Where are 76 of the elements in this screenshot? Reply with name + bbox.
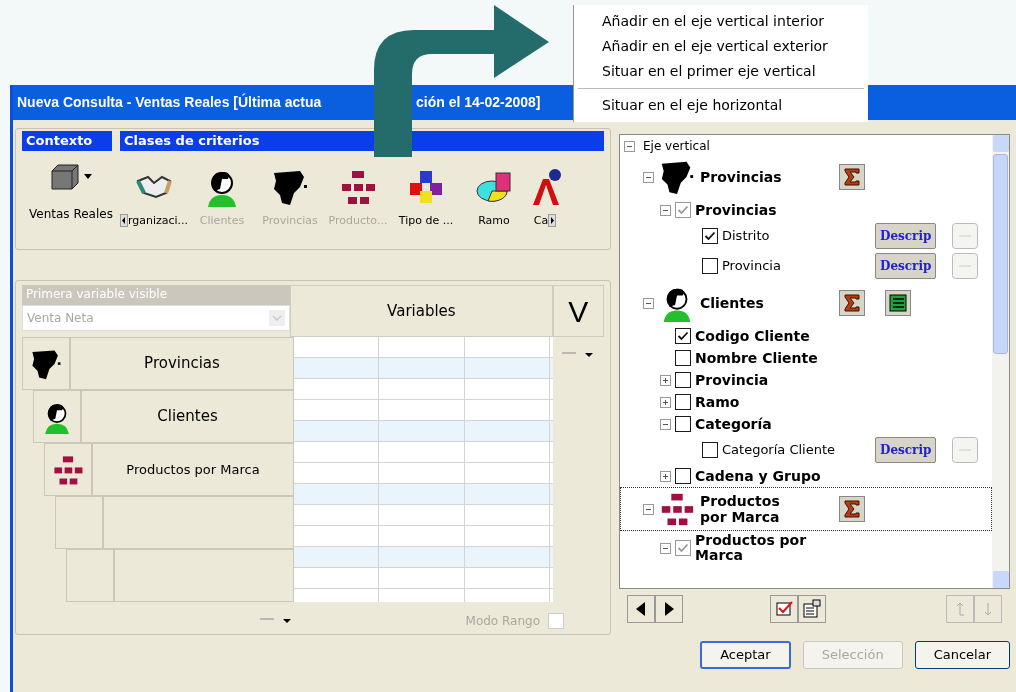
checkbox[interactable] (675, 328, 691, 344)
window-title: ción el 14-02-2008] (416, 93, 541, 112)
section-header: Contexto (22, 131, 112, 151)
context-label: Ventas Reales (29, 206, 113, 223)
dropdown-icon (269, 310, 285, 326)
pivot-row-header[interactable]: Clientes (81, 390, 294, 443)
tree-level-label[interactable]: Nombre Cliente (695, 350, 835, 366)
criteria-label: Producto... (328, 212, 388, 229)
tree-expander-icon[interactable] (660, 374, 671, 386)
cube-icon (50, 163, 80, 191)
variables-header: Variables (290, 285, 553, 337)
checkbox[interactable] (702, 442, 718, 458)
dash-caret-icon[interactable] (562, 351, 595, 359)
sum-icon[interactable] (839, 496, 865, 522)
caret-icon[interactable] (84, 174, 92, 180)
tree-level-label[interactable]: Ramo (695, 394, 835, 410)
criteria-label: Ca (533, 212, 549, 229)
dash-caret-icon[interactable] (260, 617, 292, 625)
first-visible-label: Primera variable visible (22, 285, 290, 305)
tree-level-label[interactable]: Codigo Cliente (695, 328, 835, 344)
tree-group-label[interactable]: Provincias (700, 169, 810, 185)
sort-toggle[interactable]: V (552, 285, 604, 337)
criteria-label: Ramo (478, 212, 510, 229)
tree-level-label[interactable]: Categoría (695, 416, 835, 432)
range-mode-label: Modo Rango (465, 613, 540, 630)
empty-pivot-cell (66, 549, 114, 602)
checkbox[interactable] (675, 350, 691, 366)
range-mode-checkbox[interactable] (548, 613, 564, 629)
sum-icon[interactable] (839, 290, 865, 316)
scroll-left-icon[interactable] (119, 214, 128, 228)
window-title: Nueva Consulta - Ventas Reales [Última actua (17, 94, 322, 110)
list-icon[interactable] (885, 290, 911, 316)
tree-group-label[interactable]: Clientes (700, 295, 810, 311)
tree-expander-icon[interactable] (660, 396, 671, 408)
dialog-button[interactable]: Cancelar (914, 641, 1010, 669)
tree-expander-icon[interactable] (643, 171, 654, 183)
criteria-label: Tipo de ... (398, 212, 454, 229)
context-item[interactable]: Ventas Reales (22, 157, 120, 233)
checkbox[interactable] (675, 416, 691, 432)
description-button[interactable]: Descrip (875, 437, 937, 463)
menu-item[interactable]: Añadir en el eje vertical interior (574, 9, 868, 34)
criteria-item[interactable]: Ramo (460, 166, 528, 233)
pivot-row-header[interactable]: Productos por Marca (92, 443, 294, 496)
tree-level-label[interactable]: Provincia (695, 372, 835, 388)
tree-expander-icon[interactable] (660, 470, 671, 482)
pivot-row-header[interactable]: Provincias (70, 337, 294, 390)
tree-root-label[interactable]: Eje vertical (643, 137, 710, 155)
next-icon[interactable] (655, 595, 683, 623)
scrollbar[interactable] (992, 135, 1009, 588)
tree-expander-icon[interactable] (643, 503, 654, 515)
menu-item[interactable]: Situar en el eje horizontal (574, 93, 868, 118)
criteria-item[interactable]: Ca (528, 166, 562, 233)
criteria-item[interactable]: rganizaci... (120, 166, 188, 233)
tree-expander-icon[interactable] (643, 297, 654, 309)
tree-expander-icon[interactable] (624, 140, 635, 152)
menu-item[interactable]: Situar en el primer eje vertical (574, 59, 868, 84)
scroll-right-icon[interactable] (548, 214, 557, 228)
checkbox[interactable] (675, 372, 691, 388)
criteria-label: rganizaci... (127, 212, 189, 229)
check-all-icon[interactable] (770, 595, 798, 623)
tree-field-label[interactable]: Categoría Cliente (722, 440, 836, 460)
criteria-item[interactable]: Tipo de ... (392, 166, 460, 233)
properties-icon[interactable] (798, 595, 826, 623)
tree-level-label[interactable]: Cadena y Grupo (695, 468, 835, 484)
criteria-label: Provincias (262, 212, 318, 229)
tree-group-label[interactable]: Productos por Marca (700, 493, 810, 525)
section-header: Clases de criterios (120, 131, 604, 151)
tree-expander-icon[interactable] (660, 418, 671, 430)
previous-icon[interactable] (627, 595, 655, 623)
criteria-label: Clientes (199, 212, 245, 229)
focused-tree-row[interactable]: Productos por Marca (620, 487, 992, 531)
sum-icon[interactable] (839, 164, 865, 190)
menu-item[interactable]: Añadir en el eje vertical exterior (574, 34, 868, 59)
checkbox[interactable] (675, 394, 691, 410)
checkbox[interactable] (675, 468, 691, 484)
dialog-button[interactable]: Aceptar (700, 641, 791, 669)
